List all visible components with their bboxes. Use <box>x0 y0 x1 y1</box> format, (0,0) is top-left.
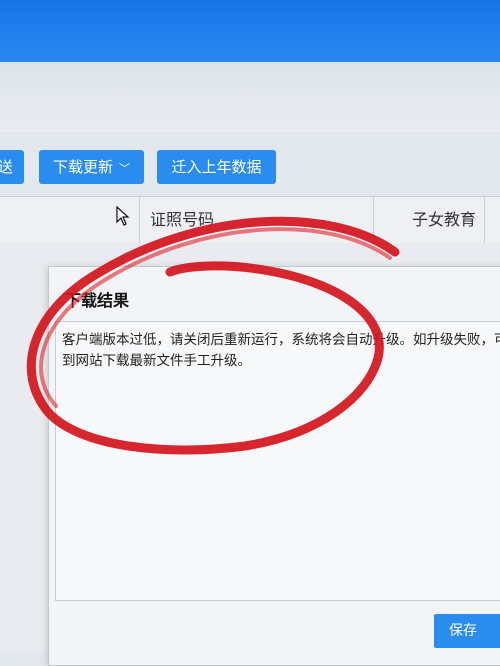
migrate-button-label: 迁入上年数据 <box>171 158 262 176</box>
toolbar-background <box>0 62 500 132</box>
app-header-bar <box>0 0 500 62</box>
download-result-dialog: 下载结果 客户端版本过低，请关闭后重新运行，系统将会自动升级。如升级失败，可到网… <box>48 266 500 666</box>
save-button[interactable]: 保存 <box>434 614 500 648</box>
column-header-0[interactable] <box>0 197 20 243</box>
table-header: 证照号码 子女教育 <box>0 196 500 244</box>
dialog-title: 下载结果 <box>65 291 130 310</box>
mouse-cursor-icon <box>116 205 130 230</box>
download-update-label: 下载更新 <box>52 158 113 176</box>
result-message-textarea[interactable]: 客户端版本过低，请关闭后重新运行，系统将会自动升级。如升级失败，可到网站下载最新… <box>55 321 500 601</box>
column-header-id-number[interactable]: 证照号码 <box>150 197 214 243</box>
column-divider[interactable] <box>484 197 485 243</box>
result-message: 客户端版本过低，请关闭后重新运行，系统将会自动升级。如升级失败，可到网站下载最新… <box>62 332 500 369</box>
save-button-label: 保存 <box>449 623 477 639</box>
column-divider[interactable] <box>139 197 140 243</box>
send-button-label: 送 <box>0 158 14 176</box>
migrate-last-year-button[interactable]: 迁入上年数据 <box>157 150 276 184</box>
column-divider[interactable] <box>373 197 374 243</box>
send-button[interactable]: 送 <box>0 150 24 184</box>
column-header-child-education[interactable]: 子女教育 <box>412 197 476 243</box>
chevron-down-icon: ﹀ <box>119 162 130 175</box>
download-update-button[interactable]: 下载更新 ﹀ <box>39 150 144 184</box>
